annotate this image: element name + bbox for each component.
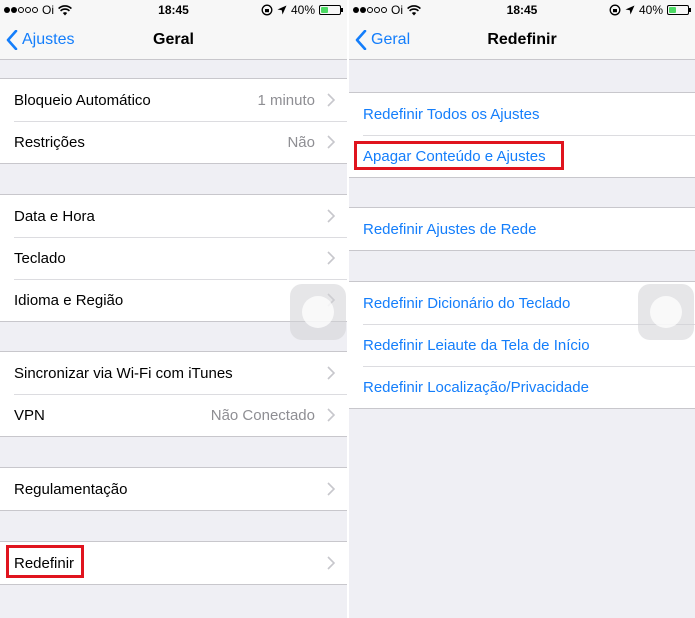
settings-group: Regulamentação — [0, 467, 347, 511]
lock-rotation-icon — [261, 4, 273, 16]
chevron-right-icon — [327, 93, 335, 107]
row-label: Regulamentação — [14, 480, 128, 498]
battery-percentage: 40% — [638, 3, 663, 17]
settings-row-auto-lock[interactable]: Bloqueio Automático 1 minuto — [0, 79, 347, 121]
status-bar: Oi 18:45 40% — [349, 0, 695, 20]
location-icon — [625, 5, 635, 15]
reset-network-settings-button[interactable]: Redefinir Ajustes de Rede — [349, 208, 695, 250]
chevron-right-icon — [327, 556, 335, 570]
page-title: Geral — [153, 31, 194, 48]
settings-row-vpn[interactable]: VPN Não Conectado — [0, 394, 347, 436]
erase-content-settings-button[interactable]: Apagar Conteúdo e Ajustes — [349, 135, 695, 177]
settings-row-reset[interactable]: Redefinir — [0, 542, 347, 584]
page-title: Redefinir — [487, 31, 557, 48]
settings-group: Bloqueio Automático 1 minuto Restrições … — [0, 78, 347, 164]
battery-level — [321, 7, 329, 13]
row-label: Redefinir — [14, 554, 75, 572]
settings-row-restrictions[interactable]: Restrições Não — [0, 121, 347, 163]
chevron-right-icon — [327, 135, 335, 149]
row-label: Redefinir Todos os Ajustes — [363, 105, 540, 123]
settings-row-keyboard[interactable]: Teclado — [0, 237, 347, 279]
row-label: Data e Hora — [14, 207, 95, 225]
battery-percentage: 40% — [290, 3, 315, 17]
lock-rotation-icon — [609, 4, 621, 16]
reset-location-privacy-button[interactable]: Redefinir Localização/Privacidade — [349, 366, 695, 408]
settings-row-date-time[interactable]: Data e Hora — [0, 195, 347, 237]
row-value: Não — [287, 133, 315, 151]
battery-level — [669, 7, 677, 13]
location-icon — [277, 5, 287, 15]
row-label: Redefinir Ajustes de Rede — [363, 220, 537, 238]
chevron-right-icon — [327, 366, 335, 380]
reset-all-settings-button[interactable]: Redefinir Todos os Ajustes — [349, 93, 695, 135]
chevron-right-icon — [327, 482, 335, 496]
settings-row-regulatory[interactable]: Regulamentação — [0, 468, 347, 510]
row-label: Apagar Conteúdo e Ajustes — [363, 147, 546, 165]
battery-icon — [319, 5, 343, 15]
row-label: Redefinir Localização/Privacidade — [363, 378, 589, 396]
row-label: Teclado — [14, 249, 66, 267]
status-bar: Oi 18:45 40% — [0, 0, 347, 20]
general-settings-screen: Oi 18:45 40% Ajustes Geral Bloqueio Auto… — [0, 0, 347, 618]
chevron-right-icon — [327, 251, 335, 265]
settings-row-itunes-wifi-sync[interactable]: Sincronizar via Wi-Fi com iTunes — [0, 352, 347, 394]
navigation-bar: Ajustes Geral — [0, 20, 347, 60]
row-label: Restrições — [14, 133, 85, 151]
assistive-touch-button[interactable] — [638, 284, 694, 340]
row-label: Redefinir Dicionário do Teclado — [363, 294, 571, 312]
row-label: VPN — [14, 406, 45, 424]
row-value: 1 minuto — [257, 91, 315, 109]
reset-screen: Oi 18:45 40% Geral Redefinir Redefinir T… — [349, 0, 695, 618]
chevron-right-icon — [327, 209, 335, 223]
reset-options-group: Redefinir Todos os Ajustes Apagar Conteú… — [349, 92, 695, 178]
navigation-bar: Geral Redefinir — [349, 20, 695, 60]
row-label: Idioma e Região — [14, 291, 124, 309]
settings-group: Redefinir — [0, 541, 347, 585]
battery-icon — [667, 5, 691, 15]
assistive-touch-button[interactable] — [290, 284, 346, 340]
reset-options-group: Redefinir Ajustes de Rede — [349, 207, 695, 251]
settings-group: Sincronizar via Wi-Fi com iTunes VPN Não… — [0, 351, 347, 437]
chevron-right-icon — [327, 408, 335, 422]
row-label: Redefinir Leiaute da Tela de Início — [363, 336, 590, 354]
row-label: Bloqueio Automático — [14, 91, 151, 109]
row-value: Não Conectado — [210, 406, 315, 424]
row-label: Sincronizar via Wi-Fi com iTunes — [14, 364, 233, 382]
